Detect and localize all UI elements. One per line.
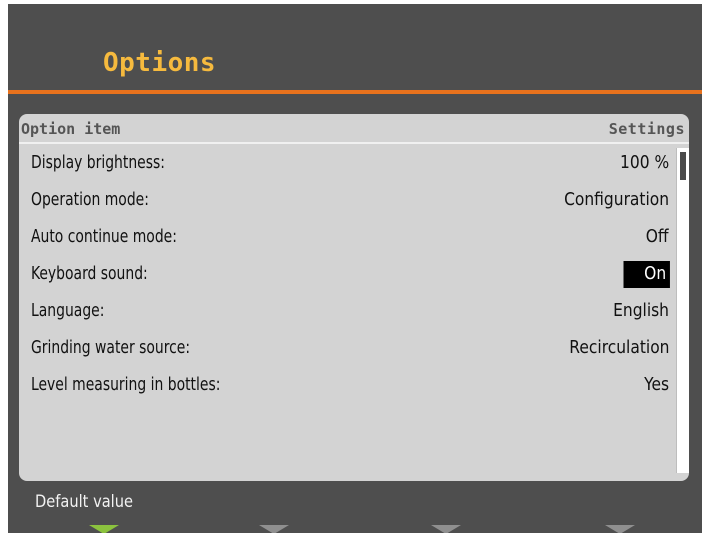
title-divider xyxy=(8,90,702,94)
green-arrow-icon[interactable] xyxy=(89,525,119,533)
options-list: Display brightness: 100 % Operation mode… xyxy=(19,146,683,405)
options-panel: Option item Settings Display brightness:… xyxy=(19,114,689,481)
option-value[interactable]: Recirculation xyxy=(569,337,669,358)
option-row-operation-mode[interactable]: Operation mode: Configuration xyxy=(19,183,683,220)
option-label: Level measuring in bottles: xyxy=(31,374,221,395)
gray-arrow-icon[interactable] xyxy=(259,525,289,533)
softkey-label-default-value: Default value xyxy=(35,492,133,512)
option-label: Grinding water source: xyxy=(31,337,191,358)
option-row-auto-continue-mode[interactable]: Auto continue mode: Off xyxy=(19,220,683,257)
option-value[interactable]: 100 % xyxy=(620,152,669,173)
option-value[interactable]: Yes xyxy=(644,374,669,395)
option-label: Display brightness: xyxy=(31,152,165,173)
option-value-selected[interactable]: On xyxy=(623,261,670,288)
scrollbar[interactable] xyxy=(676,148,689,473)
option-row-grinding-water-source[interactable]: Grinding water source: Recirculation xyxy=(19,331,683,368)
option-label: Auto continue mode: xyxy=(31,226,177,247)
option-value[interactable]: English xyxy=(613,300,669,321)
option-row-language[interactable]: Language: English xyxy=(19,294,683,331)
column-header-option-item: Option item xyxy=(21,120,121,138)
device-screen: Options Option item Settings Display bri… xyxy=(8,4,702,533)
option-row-keyboard-sound[interactable]: Keyboard sound: On xyxy=(19,257,683,294)
gray-arrow-icon[interactable] xyxy=(605,525,635,533)
gray-arrow-icon[interactable] xyxy=(431,525,461,533)
option-row-level-measuring-in-bottles[interactable]: Level measuring in bottles: Yes xyxy=(19,368,683,405)
column-header: Option item Settings xyxy=(19,114,689,144)
option-label: Language: xyxy=(31,300,105,321)
page-title: Options xyxy=(103,48,217,78)
scrollbar-thumb[interactable] xyxy=(680,152,686,180)
option-value[interactable]: Configuration xyxy=(564,189,669,210)
column-header-settings: Settings xyxy=(608,120,685,138)
option-row-display-brightness[interactable]: Display brightness: 100 % xyxy=(19,146,683,183)
option-label: Operation mode: xyxy=(31,189,149,210)
option-label: Keyboard sound: xyxy=(31,263,148,284)
option-value[interactable]: Off xyxy=(646,226,669,247)
